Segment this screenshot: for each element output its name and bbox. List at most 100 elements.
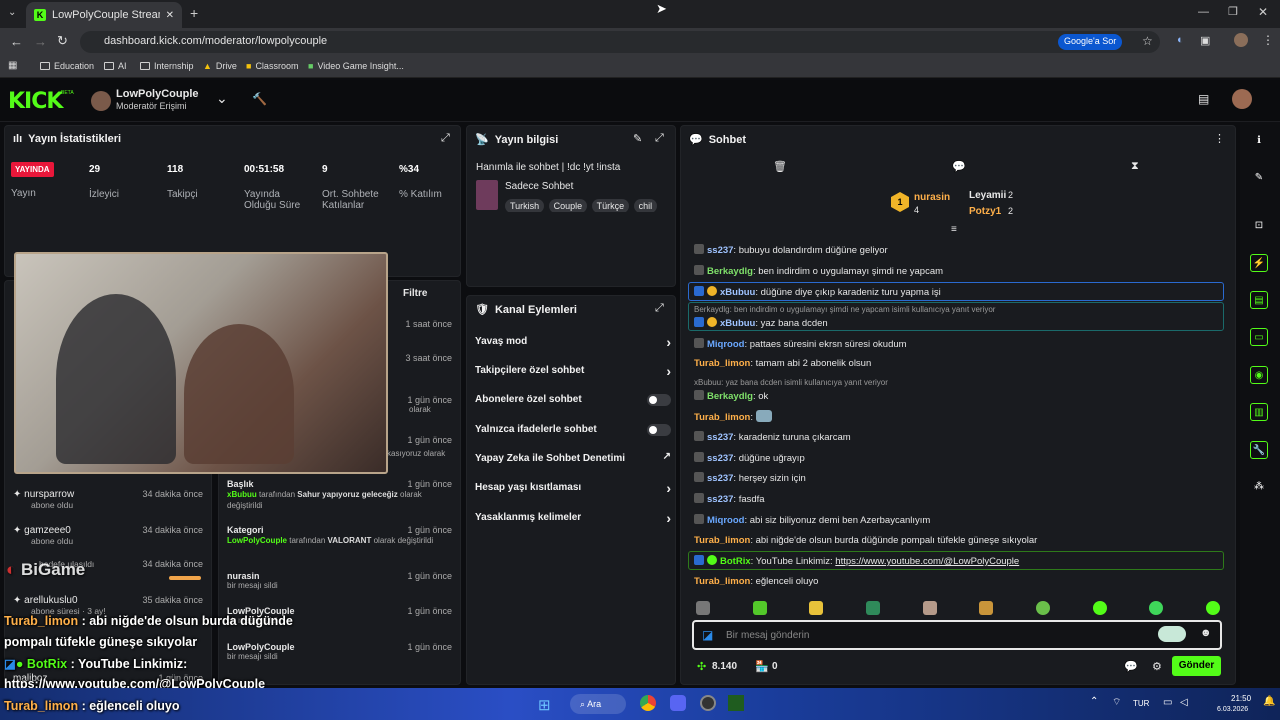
- kick-logo[interactable]: KICK: [8, 89, 63, 114]
- edit-icon[interactable]: ✎: [633, 132, 642, 145]
- emote-icon[interactable]: [1035, 601, 1050, 615]
- emote-icon[interactable]: [752, 601, 767, 615]
- emote-icon[interactable]: [1149, 601, 1164, 615]
- chrome-icon[interactable]: [640, 695, 656, 711]
- apps-icon[interactable]: ⁂: [1250, 478, 1268, 496]
- info-icon[interactable]: ℹ: [1250, 132, 1268, 150]
- profile-avatar[interactable]: [1234, 33, 1248, 47]
- minimize-icon[interactable]: —: [1198, 6, 1209, 18]
- clock-date[interactable]: 6.03.2026: [1217, 706, 1248, 713]
- chat-mode-icon[interactable]: 💬: [952, 160, 966, 173]
- server-icon[interactable]: ▥: [1250, 403, 1268, 421]
- send-button[interactable]: Gönder: [1172, 656, 1221, 676]
- url-field[interactable]: dashboard.kick.com/moderator/lowpolycoup…: [80, 31, 1160, 53]
- close-tab-icon[interactable]: ✕: [166, 10, 174, 21]
- action-emotes-only[interactable]: Yalnızca ifadelerle sohbet: [475, 424, 671, 436]
- new-tab-icon[interactable]: +: [190, 5, 198, 21]
- emote-icon[interactable]: [696, 601, 710, 615]
- back-icon[interactable]: ←: [10, 34, 23, 49]
- notifications-icon[interactable]: 🔔: [1263, 696, 1275, 707]
- more-options-icon[interactable]: ⋮: [1214, 132, 1225, 145]
- maximize-icon[interactable]: ❐: [1228, 5, 1238, 18]
- bookmark-internship[interactable]: Internship: [140, 61, 194, 71]
- chat-settings-bubble-icon[interactable]: 💬: [1124, 660, 1138, 673]
- action-followers-only[interactable]: Takipçilere özel sohbet ›: [475, 363, 671, 379]
- toggle-switch[interactable]: [647, 394, 671, 406]
- action-banned-words[interactable]: Yasaklanmış kelimeler ›: [475, 510, 671, 526]
- action-slow-mode[interactable]: Yavaş mod ›: [475, 334, 671, 350]
- volume-icon[interactable]: ◁: [1180, 697, 1188, 708]
- language-indicator[interactable]: TUR: [1133, 699, 1149, 708]
- lightning-icon[interactable]: ⚡: [1250, 254, 1268, 272]
- forward-icon[interactable]: →: [34, 34, 47, 49]
- google-ask-button[interactable]: Google'a Sor: [1058, 34, 1123, 50]
- popout-icon[interactable]: ⤢: [441, 132, 450, 145]
- action-account-age[interactable]: Hesap yaşı kısıtlaması ›: [475, 480, 671, 496]
- leader-name[interactable]: Potzy1: [969, 206, 1001, 217]
- tag[interactable]: Türkçe: [591, 199, 630, 212]
- popout-icon[interactable]: ⤢: [655, 302, 664, 315]
- pencil-icon[interactable]: ✎: [1250, 169, 1268, 187]
- bookmark-education[interactable]: Education: [40, 61, 94, 71]
- leader-name[interactable]: Leyamii: [969, 190, 1006, 201]
- clock-time[interactable]: 21:50: [1231, 694, 1251, 703]
- action-subscribers-only[interactable]: Abonelere özel sohbet: [475, 394, 671, 406]
- gear-icon[interactable]: ⚙: [1152, 660, 1162, 673]
- extensions-puzzle-icon[interactable]: ▣: [1200, 34, 1210, 47]
- emote-icon[interactable]: [1205, 601, 1220, 615]
- emote-picker-icon[interactable]: [1158, 626, 1186, 642]
- hammer-icon[interactable]: 🔨: [252, 92, 267, 106]
- youtube-link[interactable]: https://www.youtube.com/@LowPolyCouple: [835, 556, 1019, 567]
- broadcast-icon[interactable]: ◉: [1250, 366, 1268, 384]
- smiley-icon[interactable]: ☻: [1200, 627, 1212, 639]
- capture-icon[interactable]: ⊡: [1250, 217, 1268, 235]
- emote-icon[interactable]: [865, 601, 880, 615]
- reload-icon[interactable]: ↻: [57, 33, 68, 49]
- emote-icon[interactable]: [922, 601, 937, 615]
- bookmark-ai[interactable]: AI: [104, 61, 127, 71]
- windows-start-icon[interactable]: ⊞: [538, 696, 551, 714]
- discord-icon[interactable]: [670, 695, 686, 711]
- emote-icon[interactable]: [979, 601, 994, 615]
- kick-app-icon[interactable]: [728, 695, 744, 711]
- user-avatar[interactable]: [1232, 89, 1252, 109]
- channel-name[interactable]: LowPolyCouple: [116, 88, 199, 100]
- tag[interactable]: chil: [633, 199, 658, 212]
- emote-icon[interactable]: [1092, 601, 1107, 615]
- wifi-icon[interactable]: ⌔: [1112, 696, 1121, 709]
- collapse-icon[interactable]: ≡: [951, 224, 957, 235]
- chat-icon[interactable]: ▭: [1250, 328, 1268, 346]
- obs-icon[interactable]: [700, 695, 716, 711]
- chevron-down-icon[interactable]: ⌄: [216, 90, 228, 107]
- emote-icon[interactable]: [809, 601, 824, 615]
- tag[interactable]: Couple: [548, 199, 588, 212]
- trash-icon[interactable]: 🗑: [773, 160, 787, 173]
- taskbar-search[interactable]: ⌕ Ara: [570, 694, 626, 714]
- filter-button[interactable]: Filtre: [403, 288, 427, 299]
- wrench-icon[interactable]: 🔧: [1250, 441, 1268, 459]
- tab-list-icon[interactable]: ⌄: [8, 7, 16, 18]
- hourglass-icon[interactable]: ⧗: [1131, 160, 1139, 173]
- apps-grid-icon[interactable]: ▦: [8, 60, 17, 71]
- toggle-switch[interactable]: [647, 424, 671, 436]
- network-icon[interactable]: ▭: [1163, 697, 1172, 708]
- store-icon[interactable]: 🏪: [755, 660, 769, 673]
- bookmark-video-game[interactable]: ■ Video Game Insight...: [308, 61, 404, 71]
- bookmark-star-icon[interactable]: ☆: [1142, 34, 1153, 48]
- bookmark-drive[interactable]: ▲ Drive: [203, 61, 237, 71]
- tray-chevron-icon[interactable]: ⌃: [1090, 696, 1098, 707]
- menu-dots-icon[interactable]: ⋮: [1262, 33, 1274, 47]
- tag[interactable]: Turkish: [505, 199, 545, 212]
- bookmark-classroom[interactable]: ■ Classroom: [246, 61, 298, 71]
- category-name[interactable]: Sadece Sohbet: [505, 181, 573, 192]
- theatre-mode-icon[interactable]: ▤: [1198, 92, 1209, 106]
- browser-tab[interactable]: K LowPolyCouple Stream - Kick D ✕: [26, 2, 182, 28]
- overlay-line: Turab_limon : eğlenceli oluyo: [4, 699, 180, 713]
- chat-input-box[interactable]: ◪ Bir mesaj gönderin ☻: [692, 620, 1222, 650]
- leader-name[interactable]: nurasin: [914, 192, 950, 203]
- action-ai-moderation[interactable]: Yapay Zeka ile Sohbet Denetimi ↗: [475, 451, 671, 464]
- popout-icon[interactable]: ⤢: [655, 132, 664, 145]
- extension-icon[interactable]: ◐: [1177, 34, 1184, 46]
- clipboard-icon[interactable]: ▤: [1250, 291, 1268, 309]
- close-window-icon[interactable]: ✕: [1258, 5, 1268, 19]
